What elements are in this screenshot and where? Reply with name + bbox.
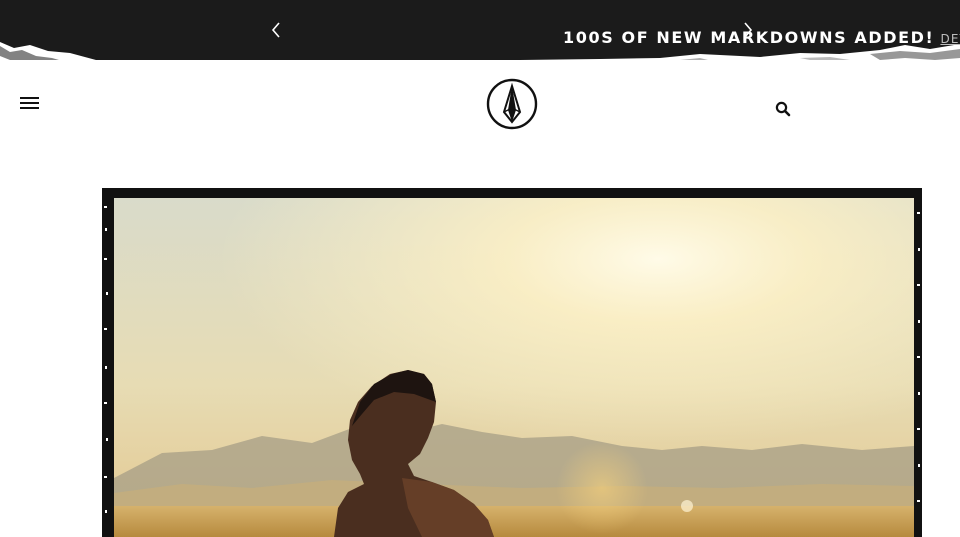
- promo-bar: 100S OF NEW MARKDOWNS ADDED! DETAILS: [0, 0, 960, 60]
- site-header: [0, 60, 960, 150]
- promo-details-link[interactable]: DETAILS: [940, 32, 960, 46]
- promo-message: 100S OF NEW MARKDOWNS ADDED!: [563, 28, 935, 47]
- hamburger-menu-icon: [20, 97, 39, 109]
- promo-prev-arrow[interactable]: [264, 18, 288, 42]
- hero-photo: [102, 188, 922, 537]
- search-button[interactable]: [774, 100, 792, 118]
- chevron-left-icon: [271, 22, 280, 38]
- stone-logo-icon: [486, 78, 538, 130]
- menu-button[interactable]: [18, 92, 42, 114]
- search-icon: [775, 101, 791, 117]
- promo-message-group: 100S OF NEW MARKDOWNS ADDED! DETAILS: [563, 28, 960, 47]
- hero-banner[interactable]: [102, 188, 922, 537]
- volcom-stone-logo[interactable]: [486, 78, 538, 130]
